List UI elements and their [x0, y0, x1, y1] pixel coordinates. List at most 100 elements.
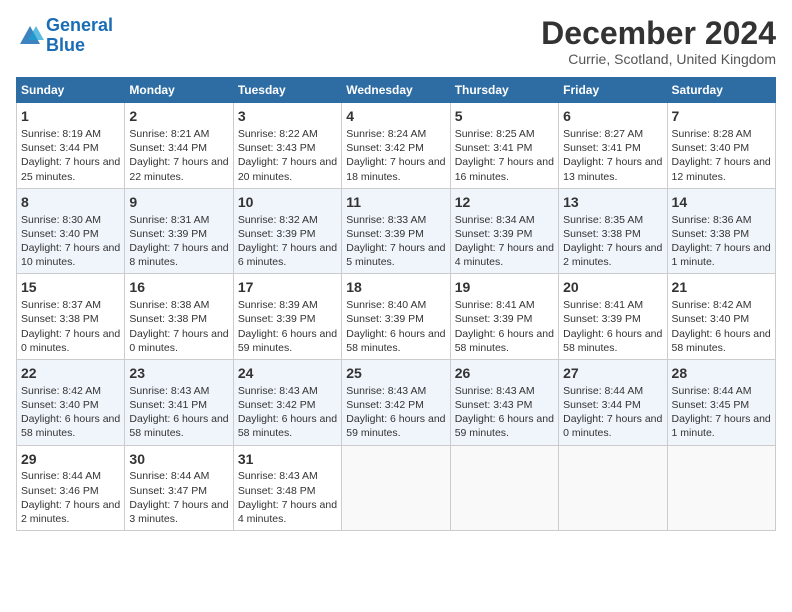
day-number: 28 [672, 364, 771, 383]
daylight-label: Daylight: 7 hours and 6 minutes. [238, 242, 337, 268]
table-row: 27 Sunrise: 8:44 AM Sunset: 3:44 PM Dayl… [559, 359, 667, 445]
day-number: 10 [238, 193, 337, 212]
sunset-label: Sunset: 3:41 PM [455, 142, 533, 154]
day-number: 4 [346, 107, 445, 126]
day-number: 8 [21, 193, 120, 212]
table-row: 2 Sunrise: 8:21 AM Sunset: 3:44 PM Dayli… [125, 103, 233, 189]
sunrise-label: Sunrise: 8:42 AM [21, 385, 101, 397]
sunrise-label: Sunrise: 8:22 AM [238, 128, 318, 140]
daylight-label: Daylight: 7 hours and 22 minutes. [129, 156, 228, 182]
table-row: 5 Sunrise: 8:25 AM Sunset: 3:41 PM Dayli… [450, 103, 558, 189]
sunset-label: Sunset: 3:40 PM [21, 399, 99, 411]
sunrise-label: Sunrise: 8:39 AM [238, 299, 318, 311]
day-number: 14 [672, 193, 771, 212]
sunrise-label: Sunrise: 8:38 AM [129, 299, 209, 311]
daylight-label: Daylight: 6 hours and 59 minutes. [455, 413, 554, 439]
table-row: 1 Sunrise: 8:19 AM Sunset: 3:44 PM Dayli… [17, 103, 125, 189]
daylight-label: Daylight: 6 hours and 59 minutes. [346, 413, 445, 439]
day-number: 9 [129, 193, 228, 212]
day-number: 23 [129, 364, 228, 383]
sunrise-label: Sunrise: 8:44 AM [21, 470, 101, 482]
table-row: 14 Sunrise: 8:36 AM Sunset: 3:38 PM Dayl… [667, 188, 775, 274]
sunrise-label: Sunrise: 8:36 AM [672, 214, 752, 226]
day-number: 16 [129, 278, 228, 297]
daylight-label: Daylight: 7 hours and 5 minutes. [346, 242, 445, 268]
daylight-label: Daylight: 7 hours and 2 minutes. [563, 242, 662, 268]
daylight-label: Daylight: 7 hours and 3 minutes. [129, 499, 228, 525]
day-number: 12 [455, 193, 554, 212]
daylight-label: Daylight: 7 hours and 0 minutes. [563, 413, 662, 439]
sunrise-label: Sunrise: 8:27 AM [563, 128, 643, 140]
sunset-label: Sunset: 3:39 PM [455, 228, 533, 240]
calendar-week-row: 8 Sunrise: 8:30 AM Sunset: 3:40 PM Dayli… [17, 188, 776, 274]
day-number: 25 [346, 364, 445, 383]
month-title: December 2024 [541, 16, 776, 51]
table-row: 20 Sunrise: 8:41 AM Sunset: 3:39 PM Dayl… [559, 274, 667, 360]
daylight-label: Daylight: 7 hours and 4 minutes. [238, 499, 337, 525]
sunset-label: Sunset: 3:42 PM [238, 399, 316, 411]
daylight-label: Daylight: 6 hours and 58 minutes. [455, 328, 554, 354]
sunset-label: Sunset: 3:42 PM [346, 142, 424, 154]
sunrise-label: Sunrise: 8:37 AM [21, 299, 101, 311]
sunrise-label: Sunrise: 8:24 AM [346, 128, 426, 140]
sunrise-label: Sunrise: 8:43 AM [129, 385, 209, 397]
day-number: 30 [129, 450, 228, 469]
logo-line2: Blue [46, 35, 85, 55]
sunrise-label: Sunrise: 8:44 AM [129, 470, 209, 482]
daylight-label: Daylight: 7 hours and 16 minutes. [455, 156, 554, 182]
table-row [450, 445, 558, 531]
day-number: 11 [346, 193, 445, 212]
day-number: 1 [21, 107, 120, 126]
day-number: 15 [21, 278, 120, 297]
table-row: 13 Sunrise: 8:35 AM Sunset: 3:38 PM Dayl… [559, 188, 667, 274]
sunset-label: Sunset: 3:39 PM [238, 228, 316, 240]
sunset-label: Sunset: 3:44 PM [21, 142, 99, 154]
table-row: 21 Sunrise: 8:42 AM Sunset: 3:40 PM Dayl… [667, 274, 775, 360]
sunrise-label: Sunrise: 8:43 AM [455, 385, 535, 397]
logo-text: General Blue [46, 16, 113, 56]
sunrise-label: Sunrise: 8:41 AM [455, 299, 535, 311]
calendar-header-row: Sunday Monday Tuesday Wednesday Thursday… [17, 78, 776, 103]
table-row: 24 Sunrise: 8:43 AM Sunset: 3:42 PM Dayl… [233, 359, 341, 445]
table-row: 4 Sunrise: 8:24 AM Sunset: 3:42 PM Dayli… [342, 103, 450, 189]
sunset-label: Sunset: 3:43 PM [238, 142, 316, 154]
table-row: 3 Sunrise: 8:22 AM Sunset: 3:43 PM Dayli… [233, 103, 341, 189]
daylight-label: Daylight: 7 hours and 18 minutes. [346, 156, 445, 182]
sunrise-label: Sunrise: 8:19 AM [21, 128, 101, 140]
daylight-label: Daylight: 7 hours and 13 minutes. [563, 156, 662, 182]
sunset-label: Sunset: 3:39 PM [563, 313, 641, 325]
table-row: 10 Sunrise: 8:32 AM Sunset: 3:39 PM Dayl… [233, 188, 341, 274]
sunrise-label: Sunrise: 8:40 AM [346, 299, 426, 311]
sunset-label: Sunset: 3:38 PM [129, 313, 207, 325]
sunset-label: Sunset: 3:39 PM [129, 228, 207, 240]
day-number: 20 [563, 278, 662, 297]
table-row: 15 Sunrise: 8:37 AM Sunset: 3:38 PM Dayl… [17, 274, 125, 360]
sunset-label: Sunset: 3:40 PM [21, 228, 99, 240]
logo-line1: General [46, 15, 113, 35]
calendar-week-row: 15 Sunrise: 8:37 AM Sunset: 3:38 PM Dayl… [17, 274, 776, 360]
subtitle: Currie, Scotland, United Kingdom [541, 51, 776, 67]
table-row: 31 Sunrise: 8:43 AM Sunset: 3:48 PM Dayl… [233, 445, 341, 531]
day-number: 5 [455, 107, 554, 126]
day-number: 19 [455, 278, 554, 297]
daylight-label: Daylight: 6 hours and 58 minutes. [129, 413, 228, 439]
sunrise-label: Sunrise: 8:21 AM [129, 128, 209, 140]
sunset-label: Sunset: 3:43 PM [455, 399, 533, 411]
header: General Blue December 2024 Currie, Scotl… [16, 16, 776, 67]
calendar-week-row: 29 Sunrise: 8:44 AM Sunset: 3:46 PM Dayl… [17, 445, 776, 531]
table-row: 25 Sunrise: 8:43 AM Sunset: 3:42 PM Dayl… [342, 359, 450, 445]
sunset-label: Sunset: 3:45 PM [672, 399, 750, 411]
sunset-label: Sunset: 3:38 PM [21, 313, 99, 325]
sunrise-label: Sunrise: 8:35 AM [563, 214, 643, 226]
day-number: 24 [238, 364, 337, 383]
table-row [559, 445, 667, 531]
sunrise-label: Sunrise: 8:41 AM [563, 299, 643, 311]
col-sunday: Sunday [17, 78, 125, 103]
daylight-label: Daylight: 7 hours and 8 minutes. [129, 242, 228, 268]
day-number: 3 [238, 107, 337, 126]
sunrise-label: Sunrise: 8:25 AM [455, 128, 535, 140]
sunrise-label: Sunrise: 8:42 AM [672, 299, 752, 311]
table-row: 12 Sunrise: 8:34 AM Sunset: 3:39 PM Dayl… [450, 188, 558, 274]
day-number: 6 [563, 107, 662, 126]
sunset-label: Sunset: 3:40 PM [672, 142, 750, 154]
